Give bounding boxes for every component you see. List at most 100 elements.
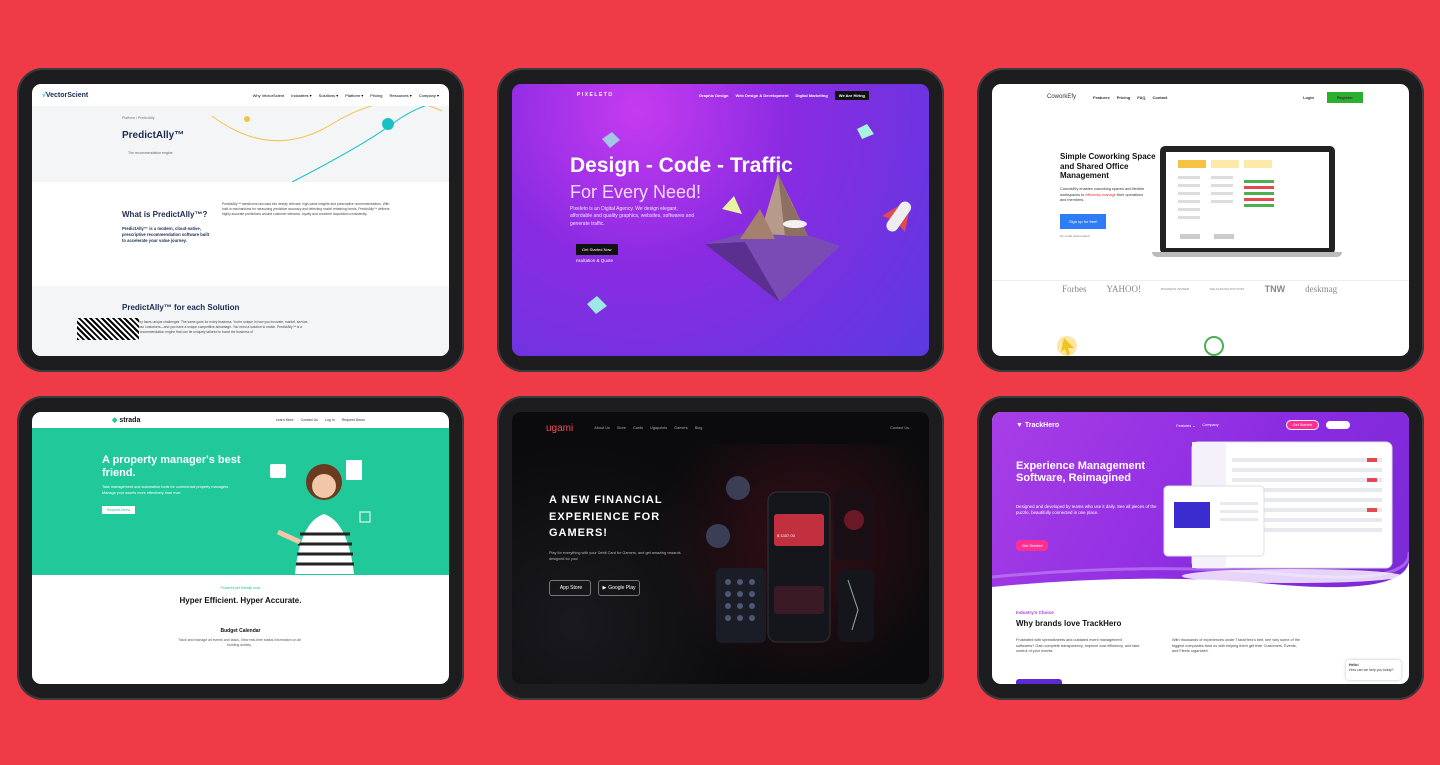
screen-strada: ◆ strada Learn More Contact Us Log In Re… bbox=[32, 412, 449, 684]
deskmag-logo: deskmag bbox=[1305, 284, 1338, 294]
ugami-logo[interactable]: ugami bbox=[546, 423, 573, 434]
nav-company[interactable]: Company ▾ bbox=[419, 93, 439, 98]
tablet-ugami: ugami About Us Store Cards Ugapoints Gam… bbox=[497, 396, 944, 700]
hero-text: CoworkEfy enables coworking spaces and f… bbox=[1060, 187, 1145, 203]
vectorscient-logo[interactable]: √VectorScient bbox=[42, 92, 88, 99]
woman-illustration bbox=[270, 460, 371, 574]
screen-vectorscient: √VectorScient Why VectorScient Industrie… bbox=[32, 84, 449, 356]
feature-text: Track and manage all events and tasks. V… bbox=[178, 638, 301, 648]
hero: Platform / PredictAlly PredictAlly™ The … bbox=[32, 106, 449, 182]
page-subtitle: The recommendation engine bbox=[128, 151, 173, 155]
tnw-logo: TNW bbox=[1264, 284, 1286, 294]
nav-features[interactable]: Features bbox=[1093, 95, 1110, 100]
solution-heading: PredictAlly™ for each Solution bbox=[122, 303, 240, 312]
signup-button[interactable]: Sign up for free! bbox=[1060, 214, 1107, 229]
hero-subheadline: For Every Need! bbox=[570, 182, 702, 202]
decorative-curves bbox=[211, 106, 443, 182]
google-play-button[interactable]: ▶ Google Play bbox=[598, 580, 640, 596]
register-button[interactable]: Register bbox=[1326, 91, 1363, 103]
nav-industries[interactable]: Industries ▾ bbox=[291, 93, 311, 98]
navbar: ▼ TrackHero Features ⌄ Company Get Start… bbox=[992, 412, 1409, 438]
tablet-pixeleto: PIXELETO Graphic Design Web Design & Dev… bbox=[497, 68, 944, 372]
nav-features[interactable]: Features ⌄ bbox=[1176, 423, 1195, 428]
page-title: PredictAlly™ bbox=[122, 130, 185, 141]
card-balance: $ 1337.00 bbox=[777, 533, 795, 538]
nav-login[interactable]: Log In bbox=[325, 418, 335, 422]
nav-pricing[interactable]: Pricing bbox=[370, 93, 382, 98]
nav-contact[interactable]: Contact Us bbox=[301, 418, 318, 422]
feature-title: Budget Calendar bbox=[220, 628, 261, 634]
hero-text: Task management and automation tools for… bbox=[102, 485, 230, 495]
tagline: Powerful yet friendly tools bbox=[220, 586, 261, 590]
what-description: PredictAlly™ transforms raw data into de… bbox=[222, 202, 390, 216]
bottom-button-partial[interactable] bbox=[1016, 679, 1062, 684]
consultation-link[interactable]: nsultation & Quote bbox=[576, 258, 613, 263]
nav-cards[interactable]: Cards bbox=[633, 426, 643, 430]
hero-headline: A NEW FINANCIAL EXPERIENCE FOR GAMERS! bbox=[549, 494, 663, 539]
navbar: CoworkEfy Features Pricing FAQ Contact L… bbox=[992, 84, 1409, 110]
play-icon: ▶ bbox=[602, 585, 607, 591]
nav-get-started-button[interactable]: Get Started bbox=[1285, 420, 1320, 430]
app-store-button[interactable]: App Store bbox=[549, 580, 591, 596]
hero-text: Play for everything with your Debit Card… bbox=[549, 551, 681, 561]
nav-contact[interactable]: Contact bbox=[1153, 95, 1168, 100]
shield-icon: ▼ bbox=[1016, 421, 1023, 429]
trackhero-logo[interactable]: ▼ TrackHero bbox=[1016, 422, 1059, 429]
huffington-post-logo: THE HUFFINGTON POST bbox=[1209, 287, 1245, 291]
divider bbox=[992, 280, 1409, 281]
dashboard-mockup bbox=[1163, 441, 1402, 583]
section-text-right: With thousands of experiences under Trac… bbox=[1172, 638, 1300, 654]
coworkefy-logo[interactable]: CoworkEfy bbox=[1047, 94, 1076, 100]
nav-blog[interactable]: Blog bbox=[695, 426, 703, 430]
nav-faq[interactable]: FAQ bbox=[1137, 95, 1145, 100]
nav-gamers[interactable]: Gamers bbox=[674, 426, 688, 430]
nav-learn-more[interactable]: Learn More bbox=[276, 418, 294, 422]
nav-company[interactable]: Company bbox=[1202, 423, 1218, 427]
section-text-left: Frustrated with spreadsheets and outdate… bbox=[1016, 638, 1140, 654]
tablet-coworkefy: CoworkEfy Features Pricing FAQ Contact L… bbox=[977, 68, 1424, 372]
chat-widget[interactable]: Hello! How can we help you today? bbox=[1346, 660, 1401, 680]
laptop-base bbox=[1152, 252, 1342, 257]
nav-about[interactable]: About Us bbox=[594, 426, 610, 430]
nav-sign-in-button[interactable]: Sign in bbox=[1326, 421, 1350, 429]
request-demo-button[interactable]: Request Demo bbox=[102, 506, 136, 514]
what-bold-text: PredictAlly™ is a modern, cloud-native, … bbox=[122, 226, 210, 243]
nav-solutions[interactable]: Solutions ▾ bbox=[319, 93, 339, 98]
nav-store[interactable]: Store bbox=[617, 426, 626, 430]
laptop-mockup bbox=[1160, 146, 1335, 254]
nav-resources[interactable]: Resources ▾ bbox=[390, 93, 412, 98]
feature-icons bbox=[1057, 336, 1224, 356]
hero-text: Designed and developed by teams who use … bbox=[1016, 504, 1157, 516]
get-started-button[interactable]: Get Started bbox=[1016, 540, 1049, 551]
tablet-trackhero: ▼ TrackHero Features ⌄ Company Get Start… bbox=[977, 396, 1424, 700]
nav-why[interactable]: Why VectorScient bbox=[253, 93, 285, 98]
nav-request-demo[interactable]: Request Demo bbox=[342, 418, 365, 422]
press-logos: Forbes YAHOO! BUSINESS INSIDER THE HUFFI… bbox=[1062, 284, 1337, 294]
get-started-button[interactable]: Get Started Now bbox=[576, 244, 618, 255]
tablet-strada: ◆ strada Learn More Contact Us Log In Re… bbox=[17, 396, 464, 700]
hero-headline: A property manager's best friend. bbox=[102, 454, 241, 480]
hero-headline: Simple Coworking Space and Shared Office… bbox=[1060, 152, 1156, 181]
hero-headline: Experience Management Software, Reimagin… bbox=[1016, 460, 1145, 485]
navbar: √VectorScient Why VectorScient Industrie… bbox=[32, 84, 449, 106]
solution-text: Every industry faces unique challenges. … bbox=[122, 320, 309, 334]
nav-ugapoints[interactable]: Ugapoints bbox=[650, 426, 667, 430]
navbar: ugami About Us Store Cards Ugapoints Gam… bbox=[512, 412, 929, 444]
hero bbox=[32, 428, 449, 575]
nav-pricing[interactable]: Pricing bbox=[1117, 95, 1131, 100]
tablet-vectorscient: √VectorScient Why VectorScient Industrie… bbox=[17, 68, 464, 372]
phone-mockups bbox=[706, 476, 874, 643]
nav-contact[interactable]: Contact Us bbox=[890, 426, 909, 430]
login-link[interactable]: Login bbox=[1303, 95, 1314, 100]
section-eyebrow: Industry's Choice bbox=[1016, 610, 1054, 615]
hero-text: Pixeleto is an Digital Agency. We design… bbox=[570, 206, 695, 227]
nav-platform[interactable]: Platform ▾ bbox=[345, 93, 363, 98]
section-headline: Hyper Efficient. Hyper Accurate. bbox=[179, 596, 302, 605]
breadcrumb[interactable]: Platform / PredictAlly bbox=[122, 116, 154, 120]
strada-logo[interactable]: ◆ strada bbox=[112, 416, 140, 424]
screen-pixeleto: PIXELETO Graphic Design Web Design & Dev… bbox=[512, 84, 929, 356]
screen-trackhero: ▼ TrackHero Features ⌄ Company Get Start… bbox=[992, 412, 1409, 684]
yahoo-logo: YAHOO! bbox=[1106, 284, 1142, 294]
what-heading: What is PredictAlly™? bbox=[122, 210, 208, 219]
screen-coworkefy: CoworkEfy Features Pricing FAQ Contact L… bbox=[992, 84, 1409, 356]
